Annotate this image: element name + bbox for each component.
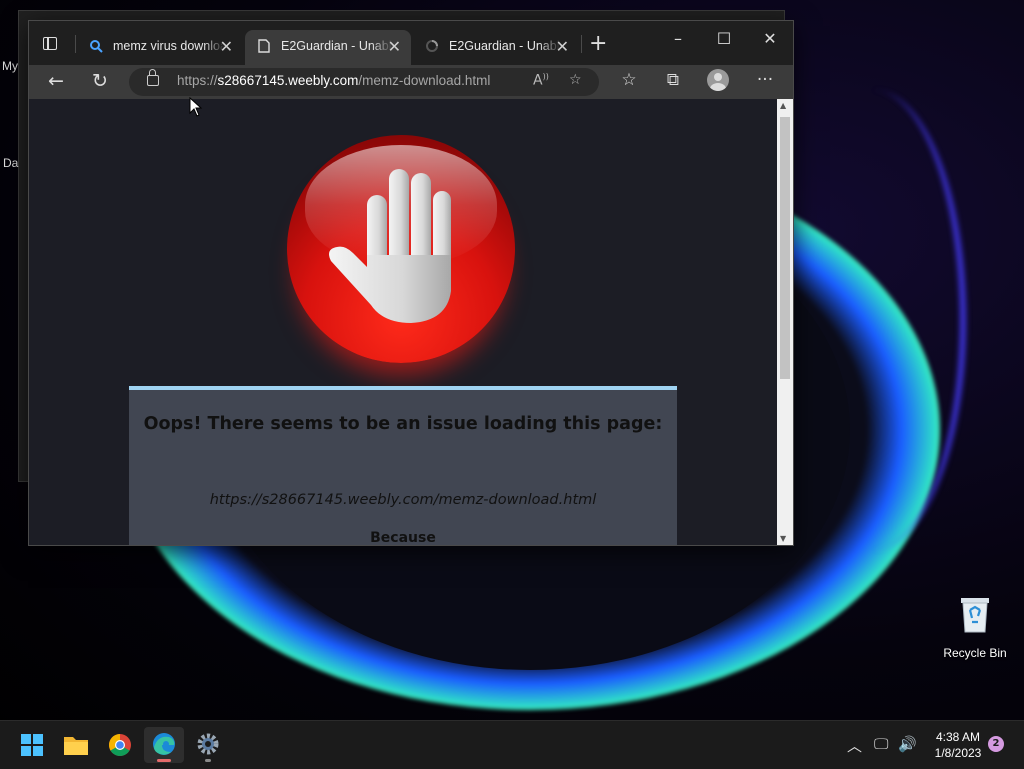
- edge-icon: [153, 733, 175, 755]
- tab-search[interactable]: memz virus download ✕: [77, 30, 243, 65]
- recycle-bin-icon: [961, 598, 989, 633]
- network-icon[interactable]: 🖵: [874, 735, 888, 753]
- browser-window: memz virus download ✕ E2Guardian - Unabl…: [28, 20, 794, 546]
- clock-date: 1/8/2023: [934, 746, 982, 760]
- edge-button[interactable]: [144, 727, 184, 763]
- close-window-icon[interactable]: ✕: [755, 29, 785, 48]
- notification-badge[interactable]: 2: [988, 736, 1004, 752]
- new-tab-icon[interactable]: +: [589, 31, 607, 56]
- desktop-icon-label-2[interactable]: Da: [3, 156, 18, 170]
- read-aloud-icon[interactable]: A)): [533, 72, 549, 89]
- start-button[interactable]: [12, 727, 52, 763]
- tab-e2guardian[interactable]: E2Guardian - Unable ✕: [413, 30, 579, 65]
- stop-hand-icon: [287, 135, 515, 363]
- tab-label: E2Guardian - Unable: [281, 39, 393, 53]
- lock-icon[interactable]: [147, 69, 159, 86]
- error-box: Oops! There seems to be an issue loading…: [129, 386, 677, 545]
- clock-time: 4:38 AM: [935, 730, 981, 744]
- clock[interactable]: 4:38 AM 1/8/2023: [920, 729, 996, 761]
- running-indicator: [205, 759, 211, 762]
- show-hidden-icons-chevron-icon[interactable]: ︿: [847, 735, 862, 756]
- blocked-url: https://s28667145.weebly.com/memz-downlo…: [209, 492, 597, 508]
- page-icon: [258, 39, 270, 53]
- back-icon[interactable]: ←: [43, 70, 69, 92]
- loading-icon: [426, 40, 438, 52]
- gear-icon: [197, 733, 219, 755]
- maximize-icon[interactable]: ☐: [709, 29, 739, 48]
- scrollbar-thumb[interactable]: [780, 117, 790, 379]
- more-options-icon[interactable]: ···: [753, 70, 777, 90]
- minimize-icon[interactable]: –: [663, 29, 693, 48]
- search-icon: [90, 40, 103, 53]
- tab-actions-icon[interactable]: [41, 35, 59, 51]
- recycle-bin-label: Recycle Bin: [943, 646, 1007, 660]
- url-field[interactable]: https://s28667145.weebly.com/memz-downlo…: [129, 68, 599, 96]
- chrome-button[interactable]: [100, 727, 140, 763]
- add-favorite-icon[interactable]: ☆: [569, 72, 582, 88]
- tab-separator: [75, 35, 76, 53]
- taskbar: ︿ 🖵 🔊 4:38 AM 1/8/2023 2: [0, 720, 1024, 769]
- wallpaper-rim: [780, 90, 966, 550]
- chrome-icon: [109, 734, 131, 756]
- refresh-icon[interactable]: ↻: [87, 70, 113, 92]
- address-bar: ← ↻ https://s28667145.weebly.com/memz-do…: [29, 65, 793, 99]
- collections-icon[interactable]: ⧉: [661, 70, 685, 90]
- close-tab-icon[interactable]: ✕: [556, 37, 569, 56]
- settings-button[interactable]: [188, 727, 228, 763]
- page-scrollbar[interactable]: ▲ ▼: [777, 99, 793, 545]
- close-tab-icon[interactable]: ✕: [220, 37, 233, 56]
- windows-start-icon: [21, 734, 43, 756]
- page-content: Oops! There seems to be an issue loading…: [29, 99, 777, 545]
- file-explorer-button[interactable]: [56, 727, 96, 763]
- volume-icon[interactable]: 🔊: [898, 735, 917, 753]
- folder-icon: [64, 737, 88, 755]
- profile-avatar-icon[interactable]: [707, 69, 729, 91]
- tab-e2guardian-active[interactable]: E2Guardian - Unable ✕: [245, 30, 411, 65]
- title-bar: memz virus download ✕ E2Guardian - Unabl…: [29, 21, 793, 65]
- desktop-icon-label-1[interactable]: My: [2, 59, 18, 73]
- scroll-up-icon[interactable]: ▲: [780, 101, 786, 110]
- tab-separator: [581, 35, 582, 53]
- active-indicator: [157, 759, 171, 762]
- close-tab-icon[interactable]: ✕: [388, 37, 401, 56]
- url-text[interactable]: https://s28667145.weebly.com/memz-downlo…: [177, 73, 490, 88]
- scroll-down-icon[interactable]: ▼: [780, 534, 786, 543]
- tab-label: E2Guardian - Unable: [449, 39, 561, 53]
- error-title: Oops! There seems to be an issue loading…: [143, 414, 663, 434]
- mouse-cursor-icon: [189, 97, 203, 117]
- tab-label: memz virus download: [113, 39, 225, 53]
- because-label: Because: [370, 530, 436, 545]
- favorites-icon[interactable]: ☆: [617, 70, 641, 90]
- recycle-bin[interactable]: Recycle Bin: [940, 594, 1010, 660]
